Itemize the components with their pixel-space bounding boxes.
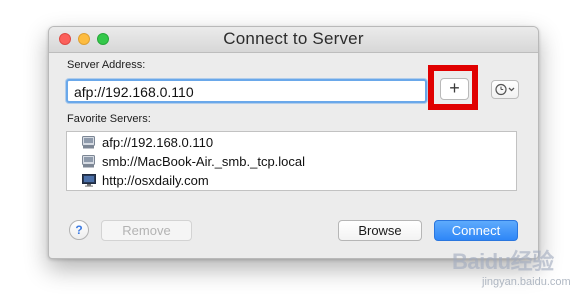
server-item-label: afp://192.168.0.110 bbox=[102, 135, 214, 150]
server-address-label: Server Address: bbox=[67, 59, 146, 71]
list-item[interactable]: smb://MacBook-Air._smb._tcp.local bbox=[67, 152, 516, 171]
server-item-label: smb://MacBook-Air._smb._tcp.local bbox=[102, 154, 306, 169]
browse-button[interactable]: Browse bbox=[338, 220, 422, 241]
favorite-servers-list[interactable]: afp://192.168.0.110 smb://MacBook-Air._s… bbox=[66, 131, 517, 191]
title-bar: Connect to Server bbox=[49, 27, 538, 53]
favorite-servers-label: Favorite Servers: bbox=[67, 113, 151, 125]
connect-to-server-dialog: Connect to Server Server Address: + Favo… bbox=[48, 26, 539, 259]
server-item-label: http://osxdaily.com bbox=[102, 173, 209, 188]
chevron-down-icon bbox=[508, 87, 515, 92]
remove-button[interactable]: Remove bbox=[101, 220, 192, 241]
baidu-jingyan-watermark: Baidu经验 jingyan.baidu.com bbox=[452, 244, 578, 294]
connect-button[interactable]: Connect bbox=[434, 220, 518, 241]
watermark-logo: Baidu经验 bbox=[452, 249, 554, 274]
window-title: Connect to Server bbox=[223, 29, 364, 48]
list-item[interactable]: http://osxdaily.com bbox=[67, 171, 516, 190]
recent-servers-button[interactable] bbox=[491, 80, 519, 99]
network-drive-icon bbox=[82, 136, 95, 149]
watermark-url: jingyan.baidu.com bbox=[482, 276, 571, 288]
network-drive-icon bbox=[82, 155, 95, 168]
computer-display-icon bbox=[82, 174, 96, 187]
help-button[interactable]: ? bbox=[69, 220, 89, 240]
highlight-box bbox=[428, 65, 478, 110]
server-address-input[interactable] bbox=[66, 79, 427, 103]
list-item[interactable]: afp://192.168.0.110 bbox=[67, 133, 516, 152]
